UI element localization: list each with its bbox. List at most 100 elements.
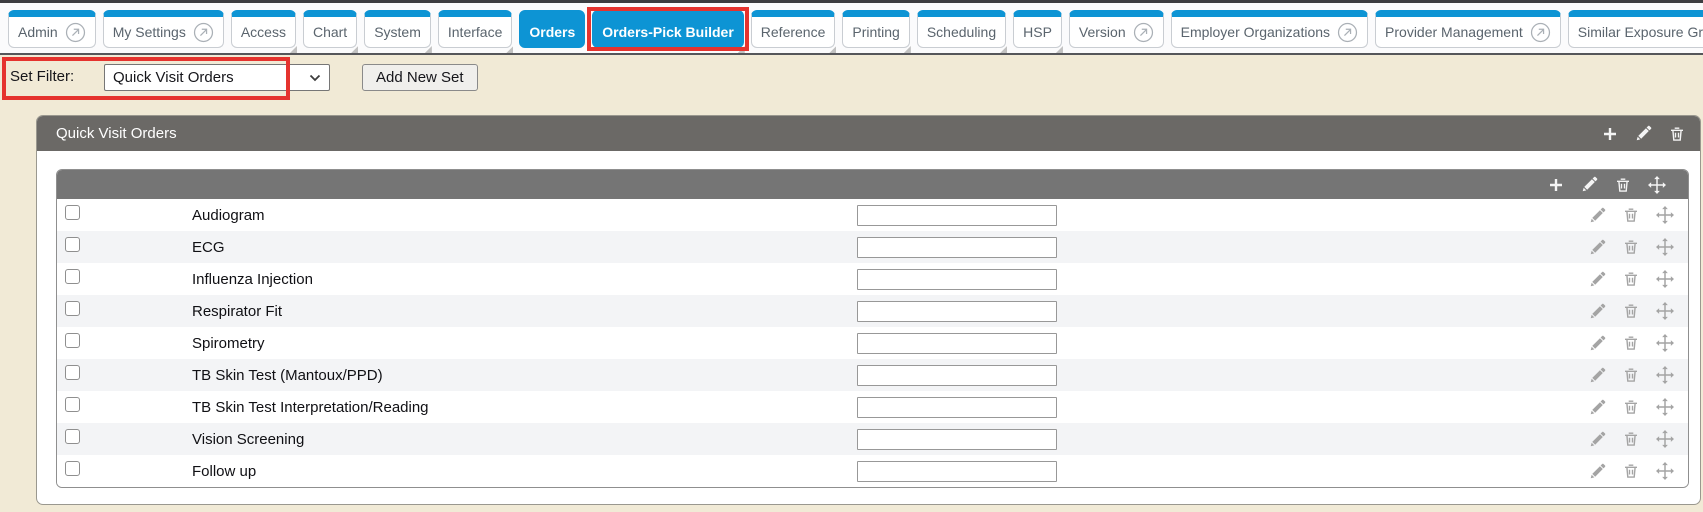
input-cell [857, 333, 1057, 354]
row-text-input[interactable] [857, 461, 1057, 482]
row-text-input[interactable] [857, 397, 1057, 418]
reorder-row-move-icon[interactable] [1656, 302, 1674, 320]
add-new-set-button[interactable]: Add New Set [362, 64, 478, 91]
dropdown-notch-icon [290, 46, 297, 53]
edit-row-pencil-icon[interactable] [1589, 431, 1606, 448]
tab-label: Orders [529, 24, 575, 40]
tab-interface[interactable]: Interface [438, 10, 512, 48]
row-checkbox[interactable] [65, 301, 80, 316]
reorder-move-icon[interactable] [1648, 176, 1666, 194]
tab-my-settings[interactable]: My Settings [103, 10, 224, 48]
set-filter-select[interactable]: Quick Visit Orders [104, 64, 330, 91]
row-text-input[interactable] [857, 269, 1057, 290]
checkbox-cell [57, 333, 192, 353]
row-checkbox[interactable] [65, 269, 80, 284]
row-text-input[interactable] [857, 333, 1057, 354]
tab-employer-organizations[interactable]: Employer Organizations [1171, 10, 1368, 48]
open-in-new-window-icon[interactable] [1530, 22, 1551, 43]
edit-row-pencil-icon[interactable] [1589, 335, 1606, 352]
reorder-row-move-icon[interactable] [1656, 270, 1674, 288]
tab-access[interactable]: Access [231, 10, 296, 48]
tab-system[interactable]: System [364, 10, 431, 48]
row-text-input[interactable] [857, 301, 1057, 322]
row-text-input[interactable] [857, 205, 1057, 226]
reorder-row-move-icon[interactable] [1656, 238, 1674, 256]
delete-row-trash-icon[interactable] [1623, 463, 1639, 479]
tab-version[interactable]: Version [1069, 10, 1164, 48]
tab-label: Interface [448, 24, 502, 40]
input-cell [857, 397, 1057, 418]
tab-label: Admin [18, 24, 58, 40]
open-in-new-window-icon[interactable] [1133, 22, 1154, 43]
row-actions [1589, 366, 1688, 384]
tab-provider-management[interactable]: Provider Management [1375, 10, 1561, 48]
reorder-row-move-icon[interactable] [1656, 206, 1674, 224]
tab-bar: Admin My Settings Access Chart System In… [0, 0, 1703, 55]
edit-row-pencil-icon[interactable] [1589, 463, 1606, 480]
dropdown-notch-icon [904, 46, 911, 53]
tab-admin[interactable]: Admin [8, 10, 96, 48]
add-set-plus-icon[interactable] [1602, 126, 1618, 142]
tab-scheduling[interactable]: Scheduling [917, 10, 1006, 48]
tab-reference[interactable]: Reference [751, 10, 836, 48]
delete-set-trash-icon[interactable] [1669, 126, 1685, 142]
delete-row-trash-icon[interactable] [1623, 367, 1639, 383]
row-checkbox[interactable] [65, 205, 80, 220]
delete-order-trash-icon[interactable] [1615, 177, 1631, 193]
edit-row-pencil-icon[interactable] [1589, 207, 1606, 224]
row-checkbox[interactable] [65, 333, 80, 348]
reorder-row-move-icon[interactable] [1656, 430, 1674, 448]
dropdown-notch-icon [425, 46, 432, 53]
chevron-down-icon [309, 74, 321, 82]
edit-row-pencil-icon[interactable] [1589, 239, 1606, 256]
order-item-label: Follow up [192, 463, 857, 480]
open-in-new-window-icon[interactable] [193, 22, 214, 43]
add-order-plus-icon[interactable] [1548, 177, 1564, 193]
tab-similar-exposure-groups-segs[interactable]: Similar Exposure Groups (SEGs) [1568, 10, 1703, 48]
edit-order-pencil-icon[interactable] [1581, 176, 1598, 193]
reorder-row-move-icon[interactable] [1656, 462, 1674, 480]
open-in-new-window-icon[interactable] [1337, 22, 1358, 43]
edit-row-pencil-icon[interactable] [1589, 303, 1606, 320]
panel-header-actions [1602, 125, 1685, 142]
reorder-row-move-icon[interactable] [1656, 366, 1674, 384]
row-checkbox[interactable] [65, 237, 80, 252]
row-actions [1589, 206, 1688, 224]
tab-orders[interactable]: Orders [519, 10, 585, 48]
row-actions [1589, 430, 1688, 448]
tab-hsp[interactable]: HSP [1013, 10, 1062, 48]
tab-label: Employer Organizations [1181, 24, 1330, 40]
row-checkbox[interactable] [65, 397, 80, 412]
delete-row-trash-icon[interactable] [1623, 303, 1639, 319]
row-text-input[interactable] [857, 237, 1057, 258]
row-checkbox[interactable] [65, 461, 80, 476]
tab-chart[interactable]: Chart [303, 10, 357, 48]
open-in-new-window-icon[interactable] [65, 22, 86, 43]
row-actions [1589, 462, 1688, 480]
delete-row-trash-icon[interactable] [1623, 335, 1639, 351]
tab-orders-pick-builder[interactable]: Orders-Pick Builder [592, 10, 744, 48]
tab-printing[interactable]: Printing [842, 10, 909, 48]
panel-body: Audiogram ECG Influenza Injection Respir… [37, 151, 1700, 504]
tab-label: Version [1079, 24, 1126, 40]
delete-row-trash-icon[interactable] [1623, 431, 1639, 447]
row-text-input[interactable] [857, 365, 1057, 386]
reorder-row-move-icon[interactable] [1656, 334, 1674, 352]
edit-row-pencil-icon[interactable] [1589, 271, 1606, 288]
edit-row-pencil-icon[interactable] [1589, 399, 1606, 416]
orders-table-rows: Audiogram ECG Influenza Injection Respir… [57, 199, 1688, 487]
edit-row-pencil-icon[interactable] [1589, 367, 1606, 384]
delete-row-trash-icon[interactable] [1623, 239, 1639, 255]
delete-row-trash-icon[interactable] [1623, 271, 1639, 287]
edit-set-pencil-icon[interactable] [1635, 125, 1652, 142]
tab-label: My Settings [113, 24, 186, 40]
table-row: Respirator Fit [57, 295, 1688, 327]
input-cell [857, 237, 1057, 258]
row-checkbox[interactable] [65, 365, 80, 380]
row-text-input[interactable] [857, 429, 1057, 450]
checkbox-cell [57, 237, 192, 257]
delete-row-trash-icon[interactable] [1623, 207, 1639, 223]
reorder-row-move-icon[interactable] [1656, 398, 1674, 416]
row-checkbox[interactable] [65, 429, 80, 444]
delete-row-trash-icon[interactable] [1623, 399, 1639, 415]
